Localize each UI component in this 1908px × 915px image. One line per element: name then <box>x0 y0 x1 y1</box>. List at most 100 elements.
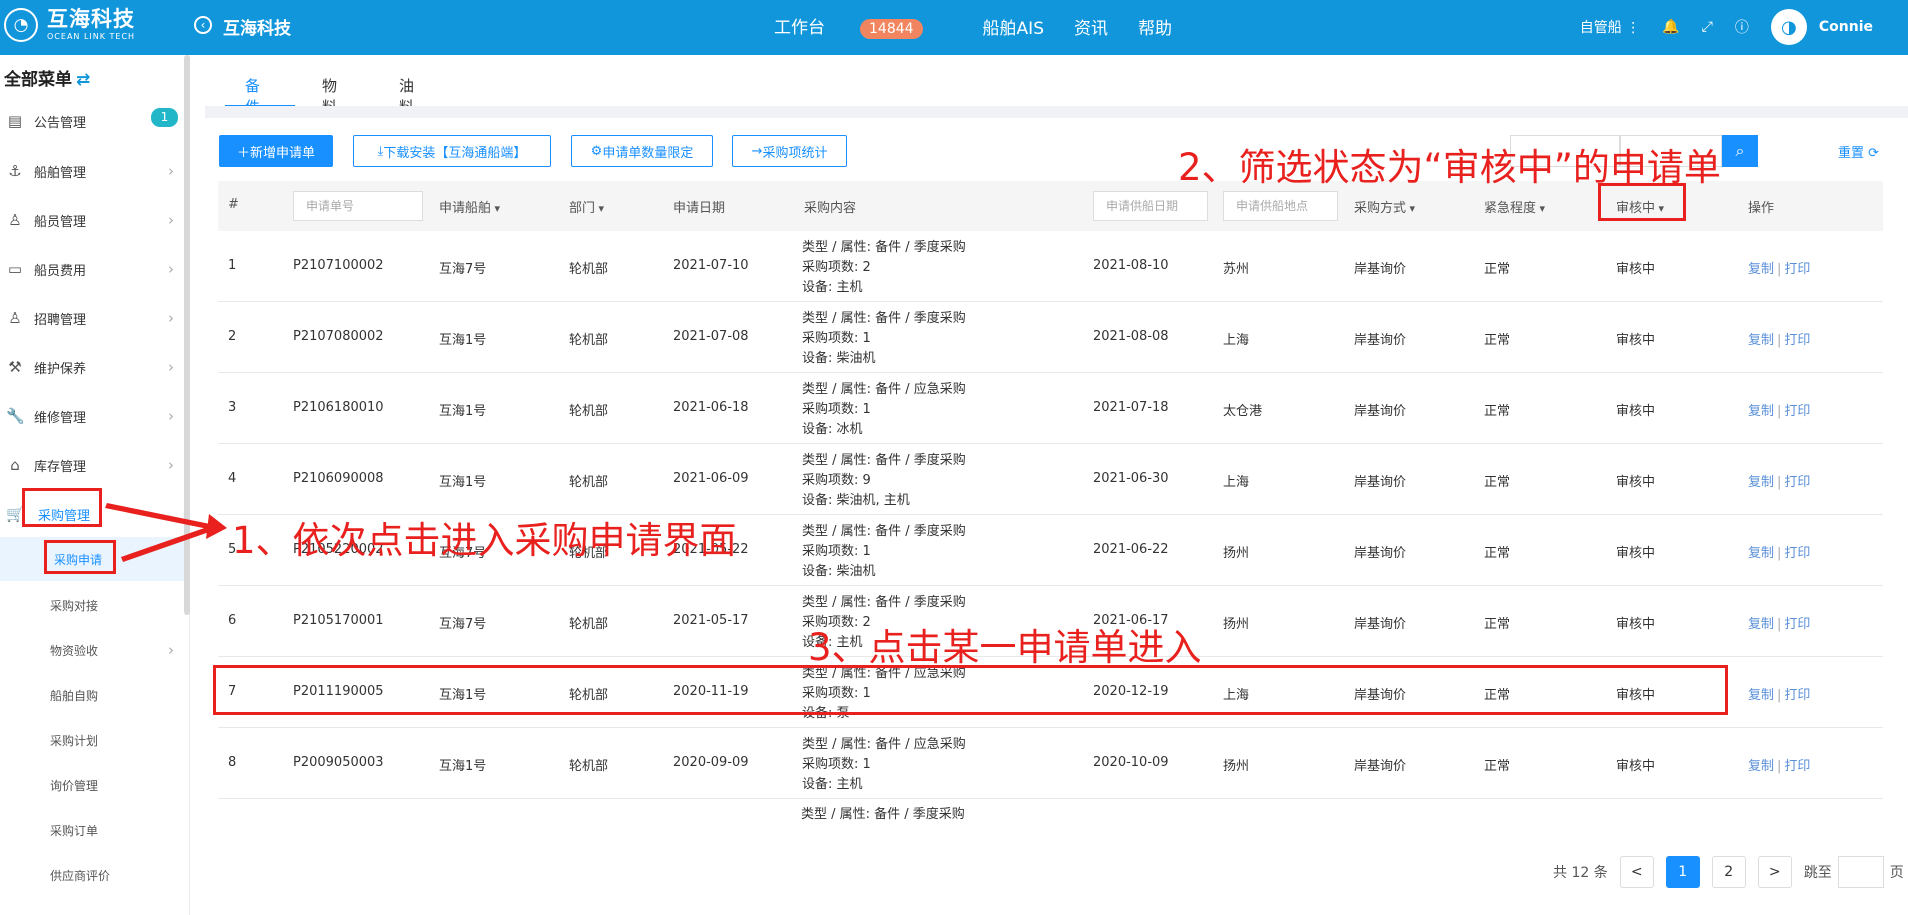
wrench-icon: 🔧 <box>6 407 25 425</box>
logo[interactable]: ◔ 互海科技 OCEAN LINK TECH <box>4 8 135 42</box>
sidebar-item-inventory[interactable]: ⌂ 库存管理 › <box>0 441 190 489</box>
more-vertical-icon: ⋮ <box>1626 20 1641 36</box>
content-line: 采购项数: 1 <box>802 757 871 772</box>
table-row[interactable]: 1 P2107100002 互海7号 轮机部 2021-07-10 2021-08-10 苏… <box>218 231 1883 302</box>
sidebar-subitem-purchase-docking[interactable]: 采购对接 <box>0 583 190 627</box>
jump-page-input[interactable] <box>1837 856 1884 888</box>
sidebar-item-maintenance[interactable]: ⚒ 维护保养 › <box>0 343 190 391</box>
sidebar-item-label: 维护保养 <box>34 361 87 377</box>
urgency-filter-header[interactable]: 紧急程度 <box>1484 197 1545 216</box>
sidebar-subitem-supplier-eval[interactable]: 供应商评价 <box>0 853 190 897</box>
page-2-button[interactable]: 2 <box>1711 856 1746 888</box>
user-name[interactable]: Connie <box>1819 19 1873 35</box>
request-limit-button[interactable]: ⚙ 申请单数量限定 <box>571 135 713 167</box>
sidebar-item-crew-cost[interactable]: ▭ 船员费用 › <box>0 245 190 293</box>
print-link[interactable]: 打印 <box>1784 759 1810 774</box>
cell-ship: 互海1号 <box>439 404 487 419</box>
sidebar-item-repair[interactable]: 🔧 维修管理 › <box>0 392 190 440</box>
method-filter-header[interactable]: 采购方式 <box>1354 197 1415 216</box>
supply-place-filter[interactable]: 申请供船地点 <box>1223 191 1338 221</box>
cell-ops: 复制 | 打印 <box>1748 755 1810 774</box>
sidebar-item-label: 招聘管理 <box>34 312 87 328</box>
copy-link[interactable]: 复制 <box>1748 617 1774 632</box>
table-row[interactable]: 4 P2106090008 互海1号 轮机部 2021-06-09 2021-06-30 上… <box>218 444 1883 515</box>
content-line: 设备: 柴油机, 主机 <box>802 493 910 508</box>
copy-link[interactable]: 复制 <box>1748 475 1774 490</box>
warehouse-icon: ⌂ <box>10 456 20 474</box>
cell-place: 上海 <box>1223 475 1250 490</box>
prev-page-button[interactable]: < <box>1619 856 1654 888</box>
page-unit-label: 页 <box>1889 865 1904 881</box>
sidebar-item-recruit[interactable]: ♙ 招聘管理 › <box>0 294 190 342</box>
sidebar-item-ship[interactable]: ⚓ 船舶管理 › <box>0 147 190 195</box>
sidebar-subitem-acceptance[interactable]: 物资验收 › <box>0 628 190 672</box>
nav-ais[interactable]: 船舶AIS <box>983 14 1044 39</box>
dept-filter-header[interactable]: 部门 <box>569 197 604 216</box>
sidebar-item-announcement[interactable]: ▤ 公告管理 1 <box>0 97 190 145</box>
download-app-label: 下载安装【互海通船端】 <box>383 145 527 161</box>
content-line: 类型 / 属性: 备件 / 应急采购 <box>802 382 966 397</box>
chevron-right-icon: › <box>168 260 174 278</box>
sidebar-subitem-purchase-order[interactable]: 采购订单 <box>0 808 190 852</box>
bell-icon[interactable]: 🔔 <box>1662 19 1679 35</box>
copy-link[interactable]: 复制 <box>1748 262 1774 277</box>
cell-order: P2105170001 <box>293 613 384 628</box>
sidebar-subitem-self-purchase[interactable]: 船舶自购 <box>0 673 190 717</box>
print-link[interactable]: 打印 <box>1784 617 1810 632</box>
nav-news[interactable]: 资讯 <box>1074 14 1108 39</box>
print-link[interactable]: 打印 <box>1784 404 1810 419</box>
announcement-count-badge: 1 <box>151 108 178 127</box>
cell-status: 审核中 <box>1616 262 1656 277</box>
supply-date-filter[interactable]: 申请供船日期 <box>1093 191 1208 221</box>
content-line: 类型 / 属性: 备件 / 季度采购 <box>802 595 966 610</box>
cell-status: 审核中 <box>1616 617 1656 632</box>
print-link[interactable]: 打印 <box>1784 333 1810 348</box>
cell-dept: 轮机部 <box>569 759 609 774</box>
order-number-filter[interactable]: 申请单号 <box>293 191 423 221</box>
anchor-icon: ⚓ <box>8 162 22 180</box>
print-link[interactable]: 打印 <box>1784 475 1810 490</box>
back-circle-icon[interactable]: ‹ <box>194 16 212 34</box>
table-row[interactable]: 2 P2107080002 互海1号 轮机部 2021-07-08 2021-08-08 上… <box>218 302 1883 373</box>
search-icon[interactable]: ⌕ <box>1722 135 1758 167</box>
page-1-button[interactable]: 1 <box>1665 856 1700 888</box>
chevron-right-icon: › <box>168 358 174 376</box>
fullscreen-icon[interactable]: ⤢ <box>1702 19 1713 35</box>
copy-link[interactable]: 复制 <box>1748 688 1774 703</box>
hammer-icon: ⚒ <box>8 358 22 376</box>
logo-cn-text: 互海科技 <box>47 7 135 31</box>
copy-link[interactable]: 复制 <box>1748 759 1774 774</box>
book-icon: ▤ <box>7 112 23 130</box>
ship-filter-button[interactable]: 自管船 ⋮ <box>1580 17 1640 37</box>
content-line: 类型 / 属性: 备件 / 季度采购 <box>802 524 966 539</box>
avatar[interactable]: ◑ <box>1770 9 1807 45</box>
table-row[interactable]: 3 P2106180010 互海1号 轮机部 2021-06-18 2021-07-18 太… <box>218 373 1883 444</box>
sidebar-item-crew[interactable]: ♙ 船员管理 › <box>0 196 190 244</box>
print-link[interactable]: 打印 <box>1784 262 1810 277</box>
ship-filter-header[interactable]: 申请船舶 <box>439 197 500 216</box>
cell-date: 2021-05-17 <box>673 613 749 628</box>
reset-button[interactable]: 重置 ⟳ <box>1838 142 1879 161</box>
nav-workbench[interactable]: 工作台 14844 <box>774 13 953 39</box>
nav-help[interactable]: 帮助 <box>1138 14 1172 39</box>
sidebar-subitem-purchase-plan[interactable]: 采购计划 <box>0 718 190 762</box>
copy-link[interactable]: 复制 <box>1748 546 1774 561</box>
chevron-right-icon: › <box>168 211 174 229</box>
print-link[interactable]: 打印 <box>1784 688 1810 703</box>
workbench-badge: 14844 <box>860 19 923 39</box>
help-circle-icon[interactable]: ⓘ <box>1735 17 1749 37</box>
cell-index: 4 <box>228 471 237 486</box>
print-link[interactable]: 打印 <box>1784 546 1810 561</box>
table-row[interactable]: 8 P2009050003 互海1号 轮机部 2020-09-09 2020-10-09 扬… <box>218 728 1883 799</box>
purchase-stats-button[interactable]: → 采购项统计 <box>732 135 847 167</box>
next-page-button[interactable]: > <box>1757 856 1792 888</box>
download-app-button[interactable]: ⤓ 下载安装【互海通船端】 <box>353 135 551 167</box>
content-line: 设备: 主机 <box>802 280 863 295</box>
swap-icon[interactable]: ⇄ <box>76 70 90 90</box>
new-request-button[interactable]: ＋ 新增申请单 <box>219 135 333 167</box>
cell-order: P2009050003 <box>293 755 384 770</box>
copy-link[interactable]: 复制 <box>1748 333 1774 348</box>
copy-link[interactable]: 复制 <box>1748 404 1774 419</box>
cell-ops: 复制 | 打印 <box>1748 613 1810 632</box>
sidebar-subitem-inquiry[interactable]: 询价管理 <box>0 763 190 807</box>
